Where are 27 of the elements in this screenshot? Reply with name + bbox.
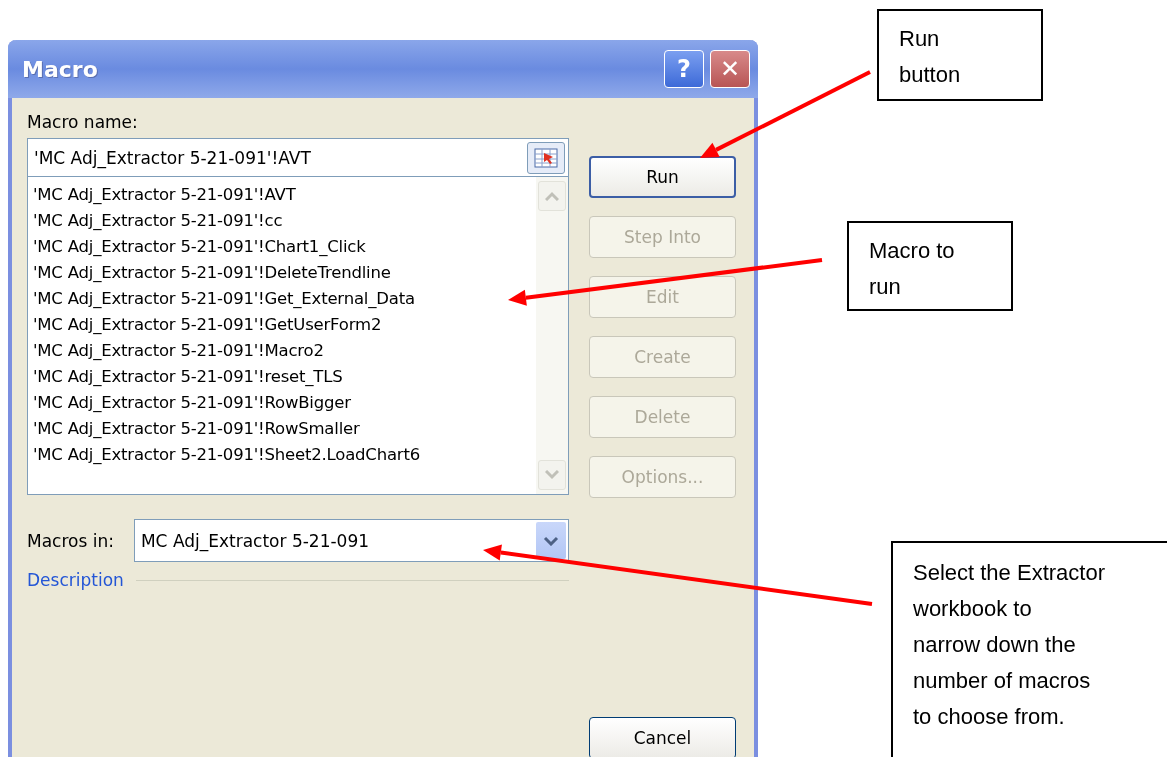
window-title: Macro [22, 56, 99, 82]
callout-text: Select the Extractor workbook to narrow down the number of macros to choose from. [891, 541, 1167, 757]
range-select-button[interactable] [527, 141, 565, 174]
field-label: Macros in: [27, 530, 114, 551]
list-item[interactable]: 'MC Adj_Extractor 5-21-091'!RowBigger [33, 390, 536, 416]
callout-text: Macro to run [847, 221, 1013, 311]
list-item[interactable]: 'MC Adj_Extractor 5-21-091'!AVT [33, 182, 536, 208]
list-item[interactable]: 'MC Adj_Extractor 5-21-091'!GetUserForm2 [33, 312, 536, 338]
chevron-down-icon [543, 535, 559, 546]
list-item[interactable]: 'MC Adj_Extractor 5-21-091'!cc [33, 208, 536, 234]
list-item[interactable]: 'MC Adj_Extractor 5-21-091'!Chart1_Click [33, 234, 536, 260]
macros-in-dropdown[interactable]: MC Adj_Extractor 5-21-091 [133, 519, 569, 562]
dialog-button[interactable]: Run [589, 156, 736, 198]
sheet-icon [534, 147, 558, 168]
field-label: Macro name: [27, 112, 139, 132]
list-item[interactable]: 'MC Adj_Extractor 5-21-091'!DeleteTrendline [33, 260, 536, 286]
callout-text: Run button [877, 9, 1043, 101]
list-item[interactable]: 'MC Adj_Extractor 5-21-091'!Sheet2.LoadChart6 [33, 442, 536, 468]
close-button[interactable]: ✕ [710, 50, 750, 88]
macro-name-field[interactable]: 'MC Adj_Extractor 5-21-091'!AVT [27, 138, 569, 177]
section-heading: Description [27, 570, 124, 590]
list-item[interactable]: 'MC Adj_Extractor 5-21-091'!RowSmaller [33, 416, 536, 442]
scrollbar[interactable] [536, 177, 568, 494]
list-item[interactable]: 'MC Adj_Extractor 5-21-091'!Macro2 [33, 338, 536, 364]
cancel-button[interactable]: Cancel [589, 717, 736, 757]
list-item[interactable]: 'MC Adj_Extractor 5-21-091'!Get_External_Data [33, 286, 536, 312]
list-item[interactable]: 'MC Adj_Extractor 5-21-091'!reset_TLS [33, 364, 536, 390]
